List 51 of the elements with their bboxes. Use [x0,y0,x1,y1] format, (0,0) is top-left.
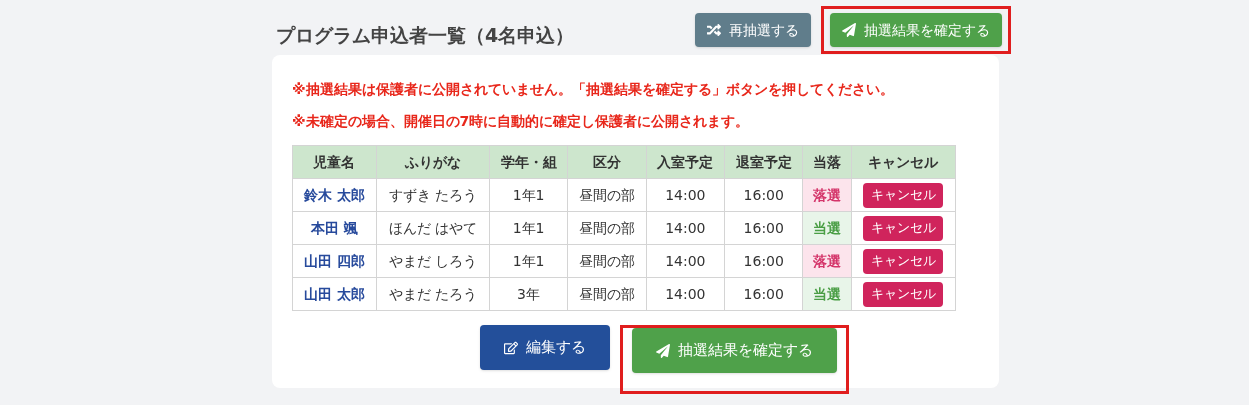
child-name-link[interactable]: 山田 四郎 [292,244,377,278]
table-cell: 14:00 [646,277,725,311]
column-header: 当落 [802,145,852,179]
result-cell: 落選 [802,244,852,278]
table-cell: 昼間の部 [567,211,647,245]
table-cell: 昼間の部 [567,277,647,311]
page-title: プログラム申込者一覧（4名申込） [275,22,575,48]
table-cell: 16:00 [724,277,803,311]
table-cell: やまだ しろう [376,244,490,278]
table-cell: 16:00 [724,244,803,278]
redraw-button[interactable]: 再抽選する [695,13,811,47]
child-name-link[interactable]: 鈴木 太郎 [292,178,377,212]
confirm-button[interactable]: 抽選結果を確定する [830,13,1002,47]
table-cell: 14:00 [646,244,725,278]
column-header: 児童名 [292,145,377,179]
column-header: キャンセル [851,145,956,179]
column-header: 入室予定 [646,145,725,179]
table-cell: 16:00 [724,178,803,212]
cancel-button[interactable]: キャンセル [863,182,944,208]
table-cell: やまだ たろう [376,277,490,311]
cancel-button[interactable]: キャンセル [863,215,944,241]
table-cell: 1年1 [489,211,568,245]
paper-plane-icon [842,23,856,37]
edit-button[interactable]: 編集する [479,325,610,370]
column-header: 退室予定 [724,145,803,179]
paper-plane-icon [655,343,670,358]
shuffle-icon [707,23,721,37]
notice-text: ※未確定の場合、開催日の7時に自動的に確定し保護者に公開されます。 [292,112,751,131]
cancel-button[interactable]: キャンセル [863,281,944,307]
result-cell: 落選 [802,178,852,212]
cancel-button[interactable]: キャンセル [863,248,944,274]
table-cell: 昼間の部 [567,178,647,212]
child-name-link[interactable]: 本田 颯 [292,211,377,245]
table-cell: 16:00 [724,211,803,245]
notice-text: ※抽選結果は保護者に公開されていません。「抽選結果を確定する」ボタンを押してください。 [292,80,895,99]
table-cell: 3年 [489,277,568,311]
table-cell: すずき たろう [376,178,490,212]
edit-icon [503,340,518,355]
table-cell: 昼間の部 [567,244,647,278]
column-header: 学年・組 [489,145,568,179]
result-cell: 当選 [802,211,852,245]
table-cell: 14:00 [646,211,725,245]
table-cell: 1年1 [489,178,568,212]
confirm-button[interactable]: 抽選結果を確定する [631,328,837,373]
table-cell: ほんだ はやて [376,211,490,245]
table-cell: 1年1 [489,244,568,278]
column-header: ふりがな [376,145,490,179]
column-header: 区分 [567,145,647,179]
result-cell: 当選 [802,277,852,311]
table-cell: 14:00 [646,178,725,212]
child-name-link[interactable]: 山田 太郎 [292,277,377,311]
